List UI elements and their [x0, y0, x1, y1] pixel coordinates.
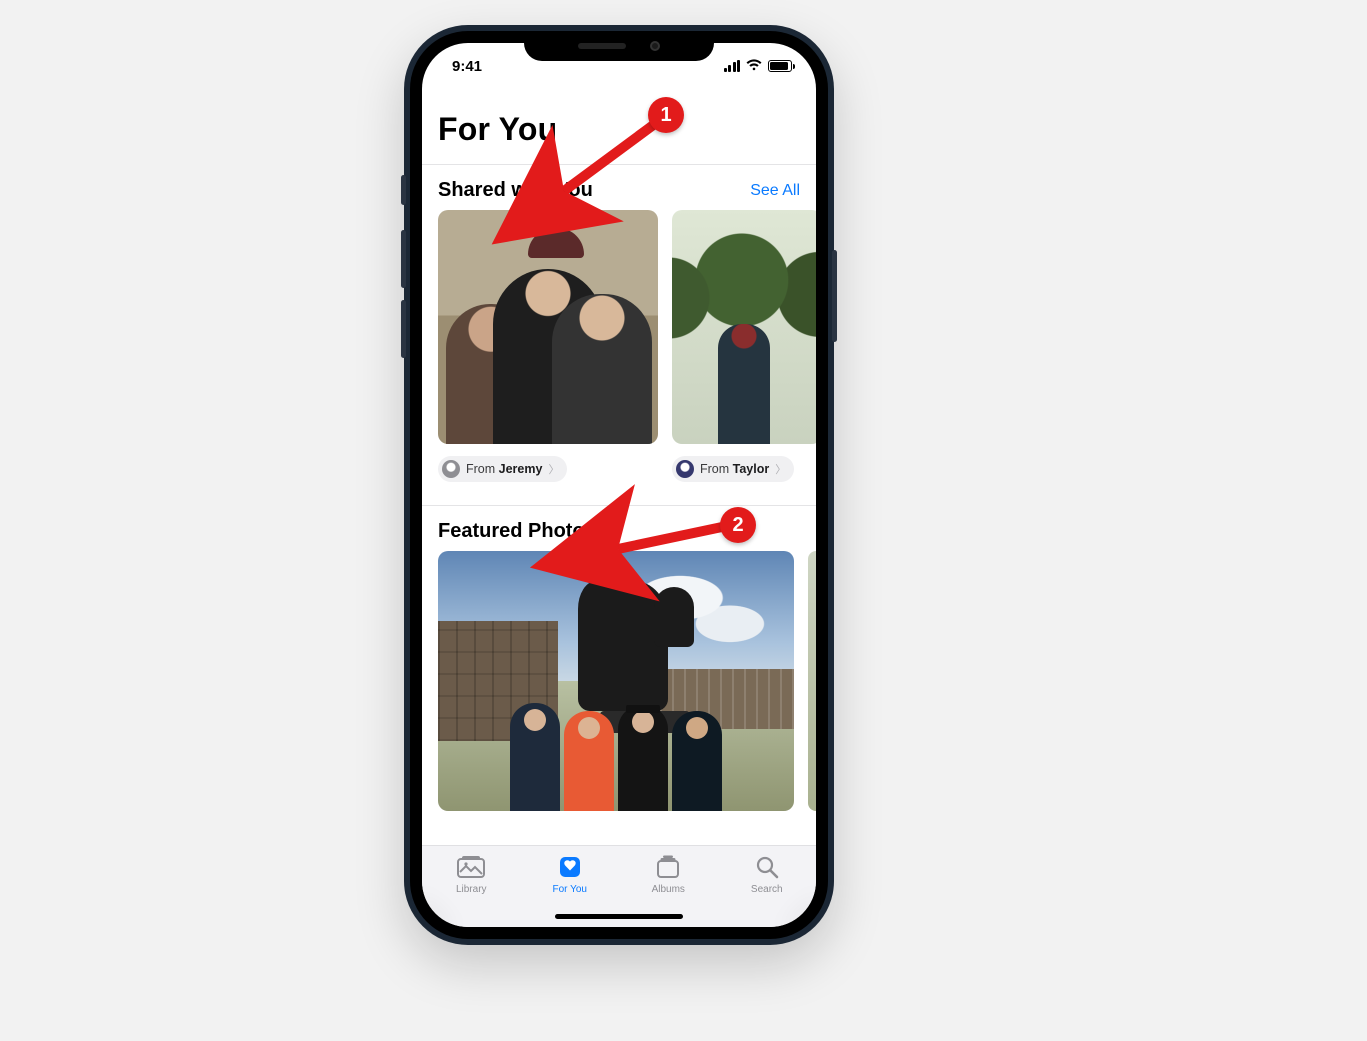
content-scroll[interactable]: For You Shared with You See All	[422, 89, 816, 845]
shared-photo-card[interactable]: From Jeremy 〉	[438, 210, 658, 483]
tab-label: Albums	[633, 884, 703, 895]
tab-search[interactable]: Search	[732, 854, 802, 895]
featured-photo-peek[interactable]	[808, 551, 816, 811]
screen: 9:41 For You Shared with You	[422, 43, 816, 927]
shared-with-you-heading: Shared with You	[438, 179, 593, 202]
phone-bezel: 9:41 For You Shared with You	[410, 31, 828, 939]
mute-switch	[401, 175, 406, 205]
power-button	[832, 250, 837, 342]
tab-for-you[interactable]: For You	[535, 854, 605, 895]
from-label: From Jeremy	[466, 462, 542, 476]
tab-label: For You	[535, 884, 605, 895]
tab-bar: Library For You Albums	[422, 845, 816, 927]
shared-with-you-row[interactable]: From Jeremy 〉 From Taylor	[438, 210, 816, 483]
phone-frame: 9:41 For You Shared with You	[404, 25, 834, 945]
featured-photos-heading: Featured Photos	[438, 520, 596, 543]
chevron-right-icon: 〉	[775, 461, 786, 477]
tab-label: Search	[732, 884, 802, 895]
shared-from-pill[interactable]: From Taylor 〉	[672, 456, 794, 482]
volume-up-button	[401, 230, 406, 288]
volume-down-button	[401, 300, 406, 358]
featured-photos-row[interactable]	[438, 551, 816, 811]
tab-albums[interactable]: Albums	[633, 854, 703, 895]
battery-icon	[768, 60, 792, 72]
status-time: 9:41	[452, 58, 482, 75]
tab-library[interactable]: Library	[436, 854, 506, 895]
earpiece-speaker	[578, 43, 626, 49]
shared-photo-thumbnail[interactable]	[672, 210, 816, 444]
see-all-link[interactable]: See All	[750, 182, 800, 200]
search-icon	[732, 854, 802, 880]
featured-photo[interactable]	[438, 551, 794, 811]
wifi-icon	[746, 58, 762, 75]
shared-from-pill[interactable]: From Jeremy 〉	[438, 456, 567, 482]
shared-photo-card[interactable]: From Taylor 〉	[672, 210, 816, 483]
library-icon	[436, 854, 506, 880]
cellular-signal-icon	[724, 60, 741, 72]
albums-icon	[633, 854, 703, 880]
chevron-right-icon: 〉	[548, 461, 559, 477]
front-camera	[650, 41, 660, 51]
tab-label: Library	[436, 884, 506, 895]
for-you-icon	[535, 854, 605, 880]
from-label: From Taylor	[700, 462, 769, 476]
home-indicator[interactable]	[555, 914, 683, 919]
notch	[524, 31, 714, 61]
page-title: For You	[438, 111, 800, 148]
shared-photo-thumbnail[interactable]	[438, 210, 658, 444]
avatar	[442, 460, 460, 478]
avatar	[676, 460, 694, 478]
